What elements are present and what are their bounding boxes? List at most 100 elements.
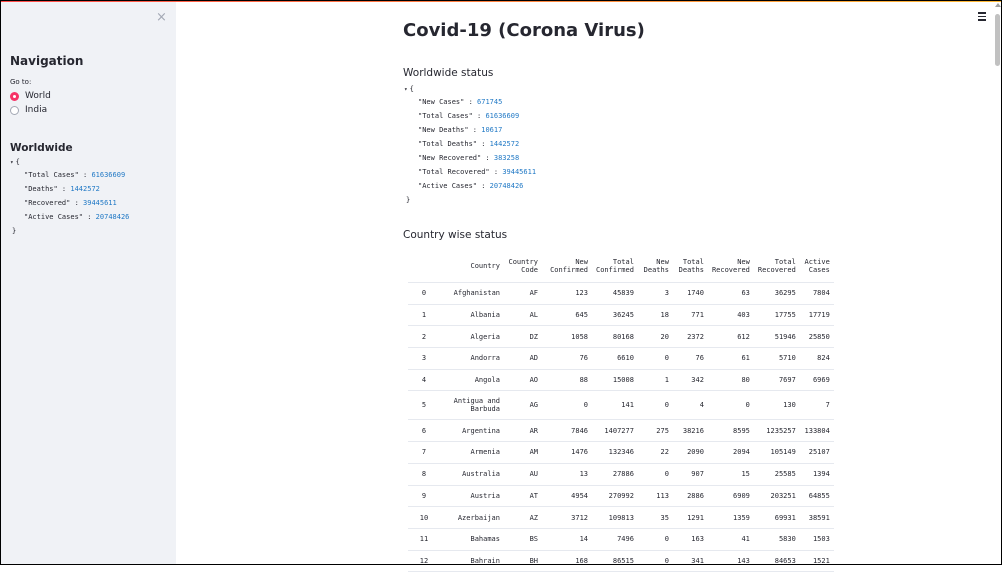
hamburger-menu-icon[interactable] xyxy=(978,12,986,23)
table-cell: 6610 xyxy=(592,347,638,370)
table-cell: 1521 xyxy=(799,550,834,572)
json-entry: "Active Cases" : 20748426 xyxy=(418,182,524,190)
table-cell: 25850 xyxy=(799,325,834,349)
table-cell: 2094 xyxy=(707,441,754,464)
radio-label-world: World xyxy=(25,91,51,101)
row-index-cell: 5 xyxy=(408,390,440,421)
table-cell: 63 xyxy=(707,282,754,305)
column-header-active-cases[interactable]: Active Cases xyxy=(799,250,834,283)
table-cell: 0 xyxy=(637,390,673,421)
row-index-cell: 8 xyxy=(408,463,440,486)
table-cell: 5710 xyxy=(753,347,800,370)
column-header-country-code[interactable]: Country Code xyxy=(504,250,542,283)
table-cell: 3712 xyxy=(542,506,592,529)
table-cell: 341 xyxy=(672,550,708,572)
table-cell: 7697 xyxy=(753,369,800,392)
table-cell: Afghanistan xyxy=(440,282,504,305)
radio-label-india: India xyxy=(25,105,48,115)
table-cell: AD xyxy=(504,347,542,370)
json-entry: "New Cases" : 671745 xyxy=(418,98,503,106)
table-cell: 2090 xyxy=(672,441,708,464)
country-data-table[interactable]: Country Country Code New Confirmed Total Co… xyxy=(408,250,834,572)
row-index-cell: 2 xyxy=(408,325,440,349)
table-cell: Andorra xyxy=(440,347,504,370)
column-header-new-recovered[interactable]: New Recovered xyxy=(707,250,754,283)
table-cell: 88 xyxy=(542,369,592,392)
column-header-total-recovered[interactable]: Total Recovered xyxy=(753,250,800,283)
row-index-cell: 9 xyxy=(408,485,440,508)
table-cell: 7 xyxy=(799,390,834,421)
table-cell: 141 xyxy=(592,390,638,421)
table-cell: 0 xyxy=(637,463,673,486)
table-cell: 4 xyxy=(672,390,708,421)
table-cell: 2886 xyxy=(672,485,708,508)
close-sidebar-icon[interactable]: × xyxy=(156,10,167,25)
json-entry: "Active Cases" : 20748426 xyxy=(24,213,130,221)
table-cell: 0 xyxy=(637,550,673,572)
table-cell: 7846 xyxy=(542,419,592,443)
table-cell: 163 xyxy=(672,528,708,551)
table-cell: 0 xyxy=(637,528,673,551)
table-cell: 64855 xyxy=(799,485,834,508)
column-header-new-deaths[interactable]: New Deaths xyxy=(637,250,673,283)
table-cell: 6909 xyxy=(707,485,754,508)
table-cell: 1 xyxy=(637,369,673,392)
table-cell: BS xyxy=(504,528,542,551)
table-cell: Austria xyxy=(440,485,504,508)
column-header-country[interactable]: Country xyxy=(440,250,504,283)
table-row: 12 Bahrain BH 168 86515 0 341 143 84653 1521 xyxy=(408,550,834,572)
collapse-caret-icon[interactable]: ▾ xyxy=(10,159,14,166)
json-open-brace: { xyxy=(409,85,414,93)
row-index-cell: 3 xyxy=(408,347,440,370)
table-cell: AR xyxy=(504,419,542,443)
table-cell: 1394 xyxy=(799,463,834,486)
table-cell: 130 xyxy=(753,390,800,421)
table-row: 10 Azerbaijan AZ 3712 109813 35 1291 1359 69931 3… xyxy=(408,506,834,529)
table-cell: 123 xyxy=(542,282,592,305)
json-entry: "New Recovered" : 383258 xyxy=(418,154,520,162)
page-title: Covid-19 (Corona Virus) xyxy=(403,20,645,41)
table-cell: 1235257 xyxy=(753,419,800,443)
column-header-new-confirmed[interactable]: New Confirmed xyxy=(542,250,592,283)
table-cell: 7496 xyxy=(592,528,638,551)
table-cell: 76 xyxy=(542,347,592,370)
table-cell: 61 xyxy=(707,347,754,370)
column-header-index[interactable] xyxy=(408,250,440,283)
table-cell: 1291 xyxy=(672,506,708,529)
table-row: 0 Afghanistan AF 123 45839 3 1740 63 36295 7804 xyxy=(408,282,834,305)
table-cell: 36245 xyxy=(592,304,638,327)
table-cell: 76 xyxy=(672,347,708,370)
table-cell: AL xyxy=(504,304,542,327)
table-cell: AU xyxy=(504,463,542,486)
table-cell: 25585 xyxy=(753,463,800,486)
table-cell: 20 xyxy=(637,325,673,349)
row-index-cell: 7 xyxy=(408,441,440,464)
table-cell: 5830 xyxy=(753,528,800,551)
sidebar-worldwide-title: Worldwide xyxy=(10,142,73,154)
scroll-up-arrow-icon[interactable] xyxy=(995,3,1001,7)
table-cell: 18 xyxy=(637,304,673,327)
table-row: 11 Bahamas BS 14 7496 0 163 41 5830 1503 xyxy=(408,528,834,551)
collapse-caret-icon[interactable]: ▾ xyxy=(404,86,408,93)
table-cell: 771 xyxy=(672,304,708,327)
column-header-total-deaths[interactable]: Total Deaths xyxy=(672,250,708,283)
table-cell: 907 xyxy=(672,463,708,486)
radio-option-world[interactable]: World xyxy=(10,91,51,101)
table-cell: Azerbaijan xyxy=(440,506,504,529)
json-open-brace: { xyxy=(15,158,20,166)
row-index-cell: 6 xyxy=(408,419,440,443)
table-cell: 3 xyxy=(637,282,673,305)
table-cell: Algeria xyxy=(440,325,504,349)
json-close-brace: } xyxy=(406,196,411,204)
page-scrollbar-thumb[interactable] xyxy=(995,14,1000,66)
table-cell: 6969 xyxy=(799,369,834,392)
table-cell: 0 xyxy=(637,347,673,370)
table-cell: 342 xyxy=(672,369,708,392)
column-header-total-confirmed[interactable]: Total Confirmed xyxy=(592,250,638,283)
table-cell: 25107 xyxy=(799,441,834,464)
sidebar: × Navigation Go to: World India Worldwid… xyxy=(1,2,176,564)
table-cell: AF xyxy=(504,282,542,305)
radio-option-india[interactable]: India xyxy=(10,105,47,115)
table-cell: 22 xyxy=(637,441,673,464)
json-entry: "Total Recovered" : 39445611 xyxy=(418,168,537,176)
